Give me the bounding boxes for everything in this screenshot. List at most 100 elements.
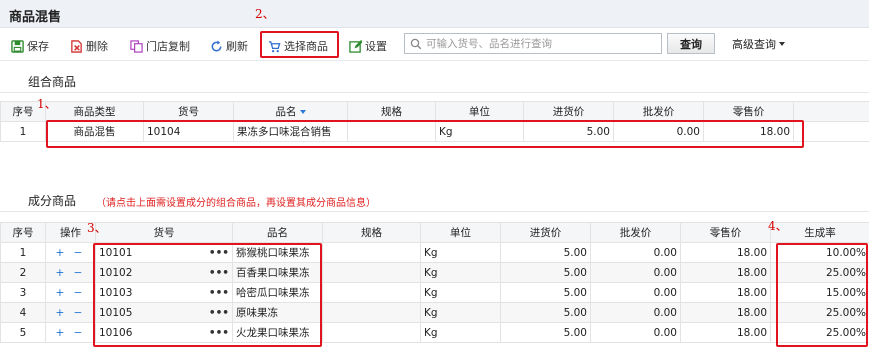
cell-wholesale[interactable]: 0.00: [613, 121, 704, 142]
table-row[interactable]: 1 商品混售 10104 果冻多口味混合销售 Kg 5.00 0.00 18.0…: [0, 121, 869, 142]
component-header-row: 序号 操作 货号 品名 规格 单位 进货价 批发价 零售价 生成率: [0, 222, 869, 243]
col-header-code[interactable]: 货号: [143, 101, 234, 122]
cell-seq: 5: [0, 322, 46, 343]
more-icon[interactable]: •••: [209, 287, 229, 299]
cell-name[interactable]: 哈密瓜口味果冻: [232, 282, 323, 303]
col-header-retail[interactable]: 零售价: [680, 222, 771, 243]
component-hint: （请点击上面需设置成分的组合商品，再设置其成分商品信息）: [96, 198, 376, 209]
cell-name[interactable]: 火龙果口味果冻: [232, 322, 323, 343]
cell-rate[interactable]: 25.00%: [770, 322, 869, 343]
cell-purchase[interactable]: 5.00: [500, 322, 591, 343]
cell-code[interactable]: 10104: [143, 121, 234, 142]
cell-retail[interactable]: 18.00: [680, 262, 771, 283]
cell-name[interactable]: 果冻多口味混合销售: [233, 121, 348, 142]
select-goods-button[interactable]: 选择商品: [268, 37, 328, 55]
cell-name[interactable]: 百香果口味果冻: [232, 262, 323, 283]
more-icon[interactable]: •••: [209, 267, 229, 279]
cell-wholesale[interactable]: 0.00: [590, 302, 681, 323]
col-header-code[interactable]: 货号: [95, 222, 233, 243]
cell-spec[interactable]: [322, 322, 421, 343]
sort-desc-icon[interactable]: [299, 110, 306, 114]
cell-unit[interactable]: Kg: [420, 282, 501, 303]
table-row[interactable]: 3 + − 10103 ••• 哈密瓜口味果冻 Kg 5.00 0.00 18.0…: [0, 282, 869, 303]
cell-name[interactable]: 原味果冻: [232, 302, 323, 323]
add-remove-icons[interactable]: + −: [45, 262, 96, 283]
cell-code[interactable]: 10106 •••: [95, 322, 233, 343]
cell-seq: 2: [0, 262, 46, 283]
col-header-wholesale[interactable]: 批发价: [613, 101, 704, 122]
cell-spec[interactable]: [322, 262, 421, 283]
add-remove-icons[interactable]: + −: [45, 302, 96, 323]
table-row[interactable]: 5 + − 10106 ••• 火龙果口味果冻 Kg 5.00 0.00 18.0…: [0, 322, 869, 343]
cell-wholesale[interactable]: 0.00: [590, 242, 681, 263]
cell-rate[interactable]: 25.00%: [770, 262, 869, 283]
col-header-name[interactable]: 品名: [232, 222, 323, 243]
chevron-down-icon: [779, 42, 785, 46]
cell-name[interactable]: 猕猴桃口味果冻: [232, 242, 323, 263]
cell-code[interactable]: 10101 •••: [95, 242, 233, 263]
save-button[interactable]: 保存: [11, 37, 49, 55]
col-header-retail[interactable]: 零售价: [703, 101, 794, 122]
advanced-query-dropdown[interactable]: 高级查询: [732, 36, 785, 52]
cell-wholesale[interactable]: 0.00: [590, 262, 681, 283]
col-header-type[interactable]: 商品类型: [45, 101, 144, 122]
cell-rate[interactable]: 15.00%: [770, 282, 869, 303]
table-row[interactable]: 1 + − 10101 ••• 猕猴桃口味果冻 Kg 5.00 0.00 18.0…: [0, 242, 869, 263]
col-header-purchase[interactable]: 进货价: [523, 101, 614, 122]
cell-purchase[interactable]: 5.00: [500, 282, 591, 303]
delete-button[interactable]: 删除: [70, 37, 108, 55]
annotation-2: 2、: [255, 7, 275, 21]
refresh-button[interactable]: 刷新: [210, 37, 248, 55]
col-header-seq[interactable]: 序号: [0, 222, 46, 243]
cell-code-value: 10106: [99, 326, 133, 339]
cell-retail[interactable]: 18.00: [680, 282, 771, 303]
add-remove-icons[interactable]: + −: [45, 242, 96, 263]
more-icon[interactable]: •••: [209, 327, 229, 339]
cell-code-value: 10105: [99, 306, 133, 319]
cell-purchase[interactable]: 5.00: [500, 242, 591, 263]
col-header-unit[interactable]: 单位: [435, 101, 524, 122]
add-remove-icons[interactable]: + −: [45, 282, 96, 303]
col-header-unit[interactable]: 单位: [420, 222, 501, 243]
cell-rate[interactable]: 25.00%: [770, 302, 869, 323]
cell-retail[interactable]: 18.00: [680, 242, 771, 263]
cell-code[interactable]: 10102 •••: [95, 262, 233, 283]
table-row[interactable]: 4 + − 10105 ••• 原味果冻 Kg 5.00 0.00 18.00 2…: [0, 302, 869, 323]
table-row[interactable]: 2 + − 10102 ••• 百香果口味果冻 Kg 5.00 0.00 18.0…: [0, 262, 869, 283]
cell-retail[interactable]: 18.00: [703, 121, 794, 142]
cell-spec[interactable]: [322, 282, 421, 303]
cell-unit[interactable]: Kg: [420, 302, 501, 323]
cell-wholesale[interactable]: 0.00: [590, 282, 681, 303]
col-header-spec[interactable]: 规格: [322, 222, 421, 243]
cell-unit[interactable]: Kg: [420, 262, 501, 283]
cell-code[interactable]: 10103 •••: [95, 282, 233, 303]
cell-unit[interactable]: Kg: [420, 242, 501, 263]
cell-unit[interactable]: Kg: [420, 322, 501, 343]
cell-type[interactable]: 商品混售: [45, 121, 144, 142]
component-section-title: 成分商品: [28, 194, 77, 208]
col-header-wholesale[interactable]: 批发价: [590, 222, 681, 243]
more-icon[interactable]: •••: [209, 307, 229, 319]
cell-spec[interactable]: [347, 121, 436, 142]
cell-rate[interactable]: 10.00%: [770, 242, 869, 263]
cell-purchase[interactable]: 5.00: [523, 121, 614, 142]
more-icon[interactable]: •••: [209, 247, 229, 259]
search-field[interactable]: [404, 33, 662, 54]
store-copy-button[interactable]: 门店复制: [130, 37, 190, 55]
cell-unit[interactable]: Kg: [435, 121, 524, 142]
cell-purchase[interactable]: 5.00: [500, 302, 591, 323]
col-header-name[interactable]: 品名: [233, 101, 348, 122]
add-remove-icons[interactable]: + −: [45, 322, 96, 343]
col-header-spec[interactable]: 规格: [347, 101, 436, 122]
cell-code[interactable]: 10105 •••: [95, 302, 233, 323]
search-input[interactable]: [426, 36, 658, 51]
col-header-purchase[interactable]: 进货价: [500, 222, 591, 243]
query-button[interactable]: 查询: [667, 33, 715, 54]
cell-spec[interactable]: [322, 302, 421, 323]
cell-retail[interactable]: 18.00: [680, 322, 771, 343]
cell-retail[interactable]: 18.00: [680, 302, 771, 323]
cell-purchase[interactable]: 5.00: [500, 262, 591, 283]
settings-button[interactable]: 设置: [349, 37, 387, 55]
cell-wholesale[interactable]: 0.00: [590, 322, 681, 343]
cell-spec[interactable]: [322, 242, 421, 263]
